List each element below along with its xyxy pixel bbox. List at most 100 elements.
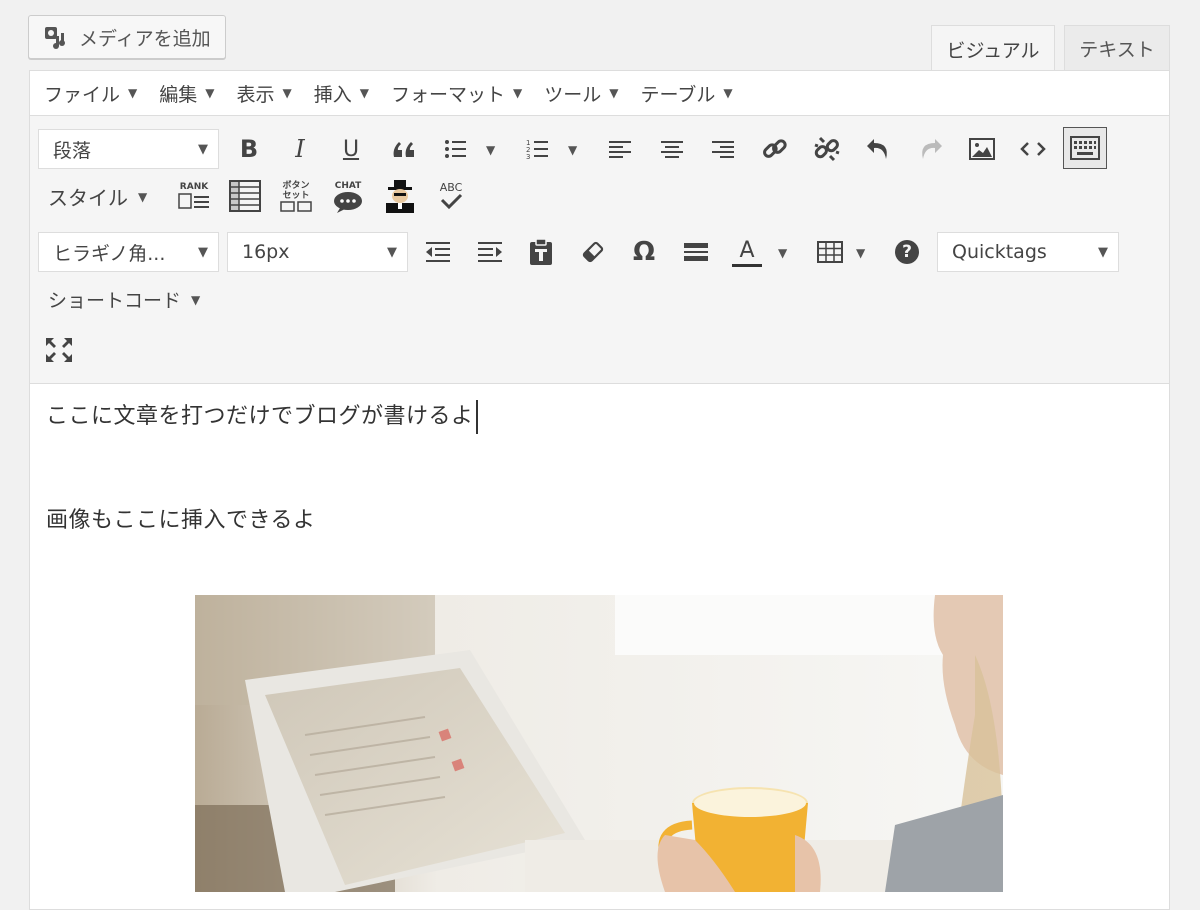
caret-down-icon: ▼: [359, 86, 369, 100]
outdent-button[interactable]: [420, 234, 456, 270]
bullet-list-caret-icon[interactable]: ▼: [486, 143, 495, 157]
keyboard-icon: [1070, 136, 1100, 160]
character-button[interactable]: [382, 178, 418, 214]
insert-link-button[interactable]: [757, 131, 793, 167]
italic-button[interactable]: I: [282, 131, 318, 167]
tab-text[interactable]: テキスト: [1064, 25, 1170, 71]
clear-format-button[interactable]: [575, 234, 611, 270]
add-media-button[interactable]: メディアを追加: [28, 15, 226, 59]
table-block-button[interactable]: [227, 178, 263, 214]
remove-link-button[interactable]: [809, 131, 845, 167]
indent-button[interactable]: [472, 234, 508, 270]
align-center-button[interactable]: [654, 131, 690, 167]
paragraph-text: 画像もここに挿入できるよ: [46, 508, 316, 533]
text-color-letter: A: [739, 237, 755, 263]
undo-button[interactable]: [861, 131, 897, 167]
font-size-select[interactable]: 16px ▼: [227, 232, 408, 272]
spellcheck-button[interactable]: ABC: [433, 178, 469, 214]
insert-image-button[interactable]: [964, 131, 1000, 167]
align-center-icon: [661, 141, 683, 158]
button-set-label-1: ボタン: [282, 179, 309, 191]
caret-down-icon: ▼: [282, 86, 292, 100]
paragraph-text: ここに文章を打つだけでブログが書けるよ: [46, 404, 474, 429]
quicktags-select[interactable]: Quicktags ▼: [937, 232, 1119, 272]
button-set-icon: ボタンセット: [280, 179, 312, 212]
menu-tools[interactable]: ツール ▼: [544, 80, 618, 107]
undo-icon: [867, 139, 887, 159]
menu-table[interactable]: テーブル ▼: [641, 80, 733, 107]
help-button[interactable]: ?: [889, 234, 925, 270]
menu-insert[interactable]: 挿入 ▼: [314, 80, 369, 107]
fullscreen-button[interactable]: [41, 332, 77, 368]
caret-down-icon: ▼: [513, 86, 523, 100]
style-dropdown[interactable]: スタイル ▼: [48, 182, 147, 211]
horizontal-rule-icon: [684, 243, 708, 261]
underline-button[interactable]: U: [333, 131, 369, 167]
person-avatar-icon: [386, 180, 414, 213]
table-icon: [817, 241, 843, 263]
abc-label: ABC: [440, 181, 463, 194]
inserted-image[interactable]: [195, 595, 1003, 892]
content-paragraph[interactable]: ここに文章を打つだけでブログが書けるよ: [46, 398, 478, 434]
shortcode-label: ショートコード: [48, 290, 182, 312]
tab-visual[interactable]: ビジュアル: [931, 25, 1055, 72]
fullscreen-icon: [46, 338, 72, 362]
unlink-icon: [814, 136, 840, 162]
quote-icon: [393, 142, 414, 157]
text-color-button[interactable]: A: [729, 234, 765, 270]
font-family-select[interactable]: ヒラギノ角... ▼: [38, 232, 219, 272]
special-character-button[interactable]: Ω: [626, 234, 662, 270]
table-button[interactable]: [812, 234, 848, 270]
align-right-button[interactable]: [705, 131, 741, 167]
outdent-icon: [426, 242, 450, 262]
bullet-list-button[interactable]: [438, 131, 474, 167]
content-paragraph[interactable]: 画像もここに挿入できるよ: [46, 502, 316, 534]
menu-view[interactable]: 表示 ▼: [237, 80, 292, 107]
button-set-label-2: セット: [282, 190, 309, 201]
paste-text-button[interactable]: [523, 234, 559, 270]
redo-icon: [922, 139, 942, 159]
format-select-value: 段落: [53, 139, 92, 162]
caret-down-icon: ▼: [198, 141, 208, 157]
menu-format[interactable]: フォーマット ▼: [391, 80, 522, 107]
numbered-list-button[interactable]: 123: [520, 131, 556, 167]
button-set-button[interactable]: ボタン セット: [278, 178, 314, 214]
rank-button[interactable]: RANK: [176, 178, 212, 214]
align-left-button[interactable]: [602, 131, 638, 167]
menu-file[interactable]: ファイル ▼: [44, 80, 137, 107]
bold-button[interactable]: B: [231, 131, 267, 167]
help-glyph: ?: [902, 242, 912, 262]
toolbar-toggle-button[interactable]: [1063, 127, 1107, 169]
text-color-caret-icon[interactable]: ▼: [778, 246, 787, 260]
text-cursor: [475, 400, 478, 434]
redo-button[interactable]: [912, 131, 948, 167]
code-button[interactable]: [1015, 131, 1051, 167]
caret-down-icon: ▼: [191, 292, 201, 307]
code-icon: [1020, 142, 1046, 156]
indent-icon: [478, 242, 502, 262]
help-icon: ?: [895, 240, 919, 264]
chat-button[interactable]: CHAT: [330, 178, 366, 214]
blockquote-button[interactable]: [386, 131, 422, 167]
numbered-list-caret-icon[interactable]: ▼: [568, 143, 577, 157]
menu-format-label: フォーマット: [391, 83, 506, 106]
quicktags-value: Quicktags: [952, 241, 1047, 263]
omega-icon: Ω: [632, 237, 656, 267]
horizontal-rule-button[interactable]: [678, 234, 714, 270]
menu-edit[interactable]: 編集 ▼: [159, 80, 214, 107]
italic-icon: I: [295, 135, 305, 163]
table-caret-icon[interactable]: ▼: [856, 246, 865, 260]
format-select[interactable]: 段落 ▼: [38, 129, 219, 169]
spellcheck-icon: ABC: [440, 181, 463, 210]
bold-icon: B: [239, 135, 259, 163]
caret-down-icon: ▼: [723, 86, 733, 100]
table-block-icon: [229, 180, 261, 212]
rank-icon: RANK: [178, 182, 209, 209]
editor-toolbar: 段落 ▼ B I U ▼ 123 ▼ スタイル ▼ RANK ボタン セット C…: [30, 116, 1169, 384]
chat-icon: CHAT: [334, 181, 362, 213]
caret-down-icon: ▼: [387, 244, 397, 260]
add-media-label: メディアを追加: [79, 27, 211, 50]
shortcode-dropdown[interactable]: ショートコード ▼: [48, 286, 200, 313]
caret-down-icon: ▼: [205, 86, 215, 100]
eraser-icon: [582, 241, 604, 263]
